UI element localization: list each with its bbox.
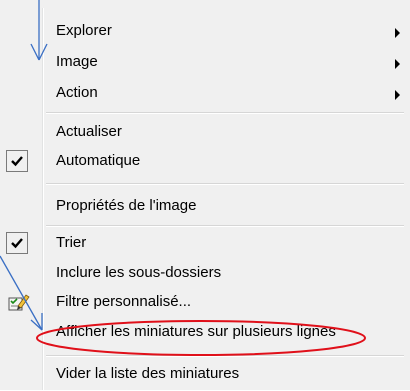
annotation-arrow-bottom xyxy=(0,255,43,331)
annotation-arrows xyxy=(0,0,48,331)
annotation-arrow-top xyxy=(30,0,48,61)
